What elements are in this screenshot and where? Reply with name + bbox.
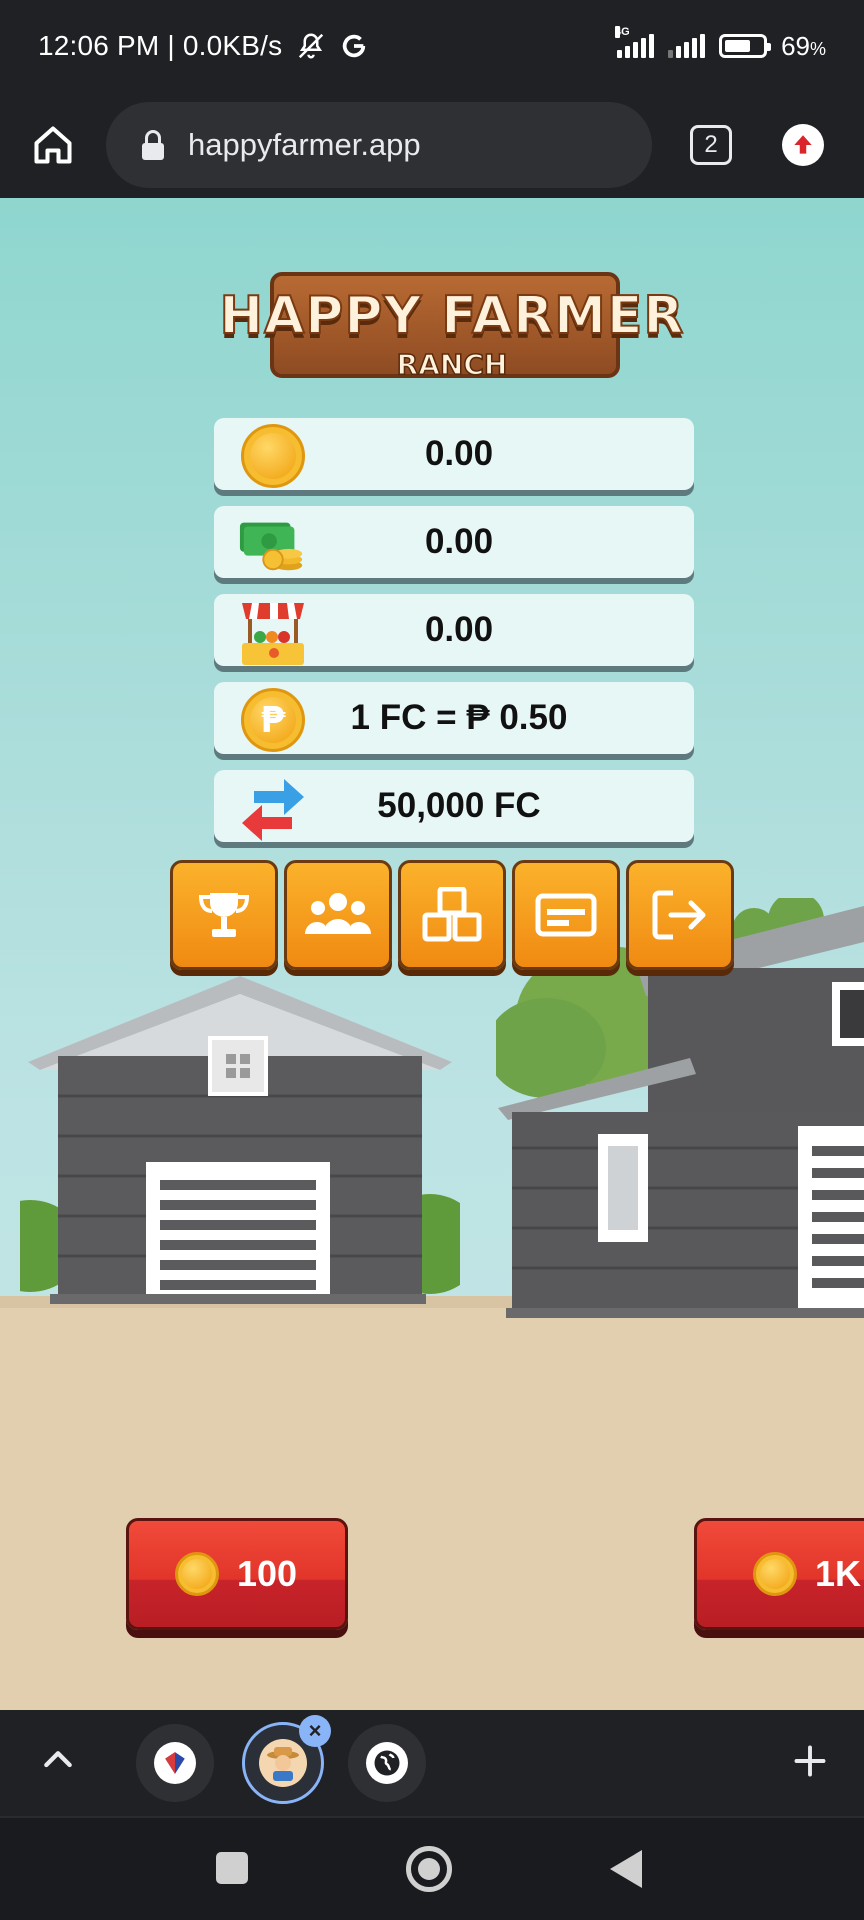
tab-switcher-button[interactable]: 2 [690,125,732,165]
site-favicon [259,1739,307,1787]
logo-subtitle: RANCH [396,347,508,382]
home-nav-button[interactable] [406,1846,452,1892]
battery-icon [719,34,772,58]
status-right: 4G 69% [615,26,826,62]
url-text: happyfarmer.app [188,127,421,162]
battery-fill [725,40,750,52]
inventory-button[interactable] [398,860,506,970]
gold-coin-icon [753,1552,797,1596]
google-icon [343,34,366,58]
peso-coin-icon: ₱ [238,688,308,752]
gold-coin-icon [175,1552,219,1596]
back-button[interactable] [610,1850,642,1888]
buy-price: 100 [237,1553,298,1594]
stat-exchange-rate: ₱ 1 FC = ₱ 0.50 [214,682,694,754]
network-label: 4G [615,26,630,38]
arrow-up-icon [794,135,812,154]
buy-barn-1k-button[interactable]: 1K [694,1518,864,1630]
signal-icon [668,34,706,58]
buy-price: 1K [815,1553,862,1594]
stat-market: 0.00 [214,594,694,666]
payment-card-button[interactable] [512,860,620,970]
logo-title: HAPPY FARMER [219,285,685,347]
status-time-speed: 12:06 PM | 0.0KB/s [38,30,283,61]
new-tab-button[interactable] [792,1740,828,1790]
update-button[interactable] [782,124,824,166]
card-icon [535,893,597,937]
game-canvas: HAPPY FARMER RANCH 0.00 0.00 0.00 ₱ 1 FC… [0,198,864,1710]
tab-group-item-1[interactable] [136,1724,214,1802]
site-favicon [154,1742,196,1784]
tab-count: 2 [704,131,718,158]
market-stall-icon [238,600,308,665]
buy-barn-100-button[interactable]: 100 [126,1518,348,1630]
recents-button[interactable] [216,1852,248,1884]
barn-left[interactable] [20,976,460,1316]
team-button[interactable] [284,860,392,970]
system-navigation-bar [0,1816,864,1920]
cash-coins-icon [238,512,308,576]
close-tab-button[interactable]: × [299,1715,331,1747]
status-left: 12:06 PM | 0.0KB/s [38,30,368,62]
signal-icon: 4G [615,26,655,58]
trophy-icon [198,893,250,937]
game-logo: HAPPY FARMER RANCH [208,266,696,382]
shield-favicon-icon [165,1752,185,1774]
address-bar[interactable]: happyfarmer.app [106,102,652,188]
browser-bottom-toolbar: × [0,1710,864,1816]
home-button[interactable] [22,114,84,176]
battery-unit: % [809,38,826,59]
chevron-up-icon[interactable] [38,1740,78,1780]
tab-group-item-3[interactable] [348,1724,426,1802]
battery-percent: 69% [781,31,826,62]
logout-button[interactable] [626,860,734,970]
globe-icon [374,1750,400,1776]
logout-icon [652,890,706,940]
ground [0,1296,864,1710]
tab-group-item-2-active[interactable]: × [242,1715,331,1804]
stat-cash: 0.00 [214,506,694,578]
farmer-favicon-icon [267,1747,299,1781]
plus-icon [794,1745,826,1777]
lock-icon [142,130,164,160]
bell-off-icon [299,33,324,59]
browser-toolbar: happyfarmer.app 2 [0,92,864,198]
stat-fc-balance: 50,000 FC [214,770,694,842]
leaderboard-button[interactable] [170,860,278,970]
site-favicon [366,1742,408,1784]
status-bar: 12:06 PM | 0.0KB/s 4G 69% [0,0,864,92]
stat-gold-coins: 0.00 [214,418,694,490]
users-icon [305,893,371,934]
home-icon [34,126,72,164]
exchange-arrows-icon [238,776,308,841]
boxes-icon [422,887,482,942]
battery-value: 69 [781,30,810,61]
gold-coin-icon [238,424,308,488]
